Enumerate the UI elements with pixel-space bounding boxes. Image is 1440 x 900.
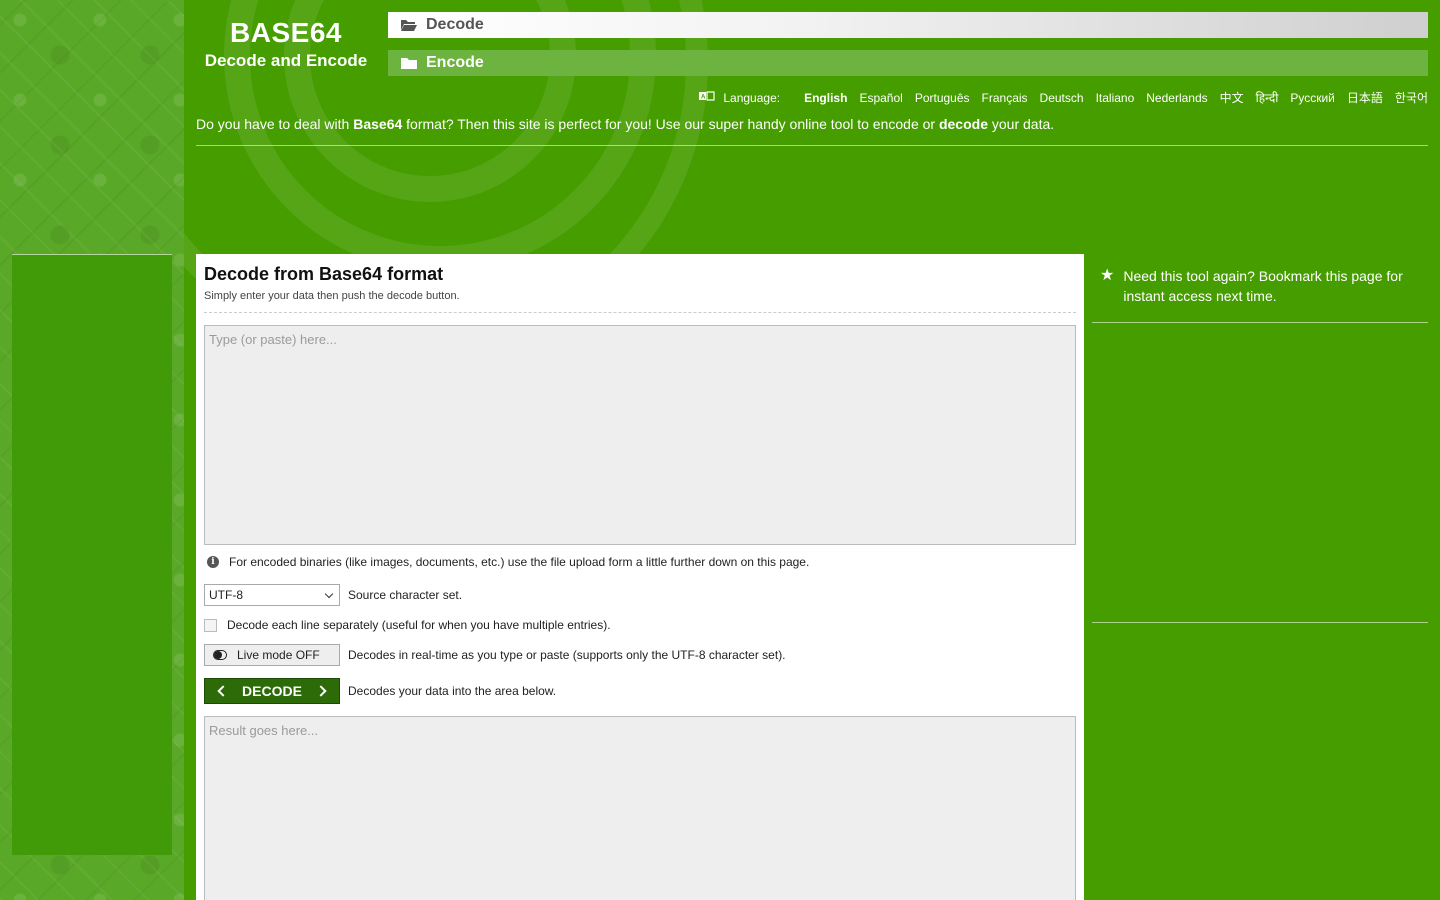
charset-value: UTF-8 [209,588,243,602]
intro-text: Do you have to deal with Base64 format? … [196,116,1428,146]
language-hindi[interactable]: हिन्दी [1256,89,1279,106]
live-mode-label: Live mode OFF [237,648,320,662]
nav-decode-label: Decode [426,16,484,33]
info-row: i For encoded binaries (like images, doc… [204,554,1076,570]
charset-row: UTF-8 Source character set. [204,584,1076,606]
language-english[interactable]: English [804,91,847,105]
language-chinese[interactable]: 中文 [1220,89,1244,106]
chevron-down-icon [324,589,334,598]
live-mode-toggle[interactable]: Live mode OFF [204,644,340,666]
live-mode-description: Decodes in real-time as you type or past… [348,648,786,662]
result-output[interactable] [204,716,1076,900]
panel-title: Decode from Base64 format [204,264,444,284]
decode-row: DECODE Decodes your data into the area b… [204,678,1076,704]
language-korean[interactable]: 한국어 [1395,89,1428,106]
bookmark-notice: ★ Need this tool again? Bookmark this pa… [1092,254,1428,323]
panel-subtitle: Simply enter your data then push the dec… [204,290,1076,313]
chevron-right-icon [315,685,327,697]
language-dutch[interactable]: Nederlands [1146,91,1207,105]
language-selector: A Language: English Español Português Fr… [699,89,1428,106]
info-icon: i [207,556,219,568]
intro-part: format? Then this site is perfect for yo… [402,116,939,132]
live-mode-row: Live mode OFF Decodes in real-time as yo… [204,644,1076,666]
line-by-line-label: Decode each line separately (useful for … [227,618,611,632]
line-by-line-checkbox[interactable] [204,618,217,632]
language-icon: A [699,91,715,104]
language-german[interactable]: Deutsch [1040,91,1084,105]
intro-bold-base64: Base64 [353,116,403,132]
site-logo[interactable]: BASE64 Decode and Encode [196,16,376,72]
language-portuguese[interactable]: Português [915,91,970,105]
line-by-line-row: Decode each line separately (useful for … [204,614,1076,636]
decode-panel: Decode from Base64 format Simply enter y… [196,254,1084,900]
bookmark-text: Need this tool again? Bookmark this page… [1123,268,1403,304]
left-ad-area [12,254,172,855]
intro-part: Do you have to deal with [196,116,354,132]
language-label: Language: [723,90,781,105]
nav-encode[interactable]: Encode [388,50,1428,76]
folder-open-icon [401,20,417,31]
intro-bold-decode: decode [938,116,988,132]
svg-text:A: A [701,95,706,101]
nav-decode[interactable]: Decode [388,12,1428,38]
star-icon: ★ [1100,267,1115,284]
language-russian[interactable]: Русский [1290,91,1335,105]
folder-icon [401,58,417,69]
source-input[interactable] [204,325,1076,545]
charset-select[interactable]: UTF-8 [204,584,340,606]
right-ad-area [1092,323,1428,623]
logo-subtitle: Decode and Encode [204,51,368,70]
logo-title: BASE64 [230,17,342,48]
info-text: For encoded binaries (like images, docum… [229,555,810,569]
language-spanish[interactable]: Español [859,91,902,105]
right-sidebar: ★ Need this tool again? Bookmark this pa… [1092,254,1428,623]
toggle-off-icon [213,650,227,660]
decode-button-label: DECODE [242,683,302,699]
charset-description: Source character set. [348,588,463,602]
decode-description: Decodes your data into the area below. [348,684,557,698]
decode-button[interactable]: DECODE [204,678,340,704]
intro-part: your data. [987,116,1055,132]
language-japanese[interactable]: 日本語 [1347,89,1383,106]
nav-encode-label: Encode [426,54,484,71]
language-italian[interactable]: Italiano [1096,91,1135,105]
chevron-left-icon [217,685,229,697]
language-french[interactable]: Français [982,91,1028,105]
